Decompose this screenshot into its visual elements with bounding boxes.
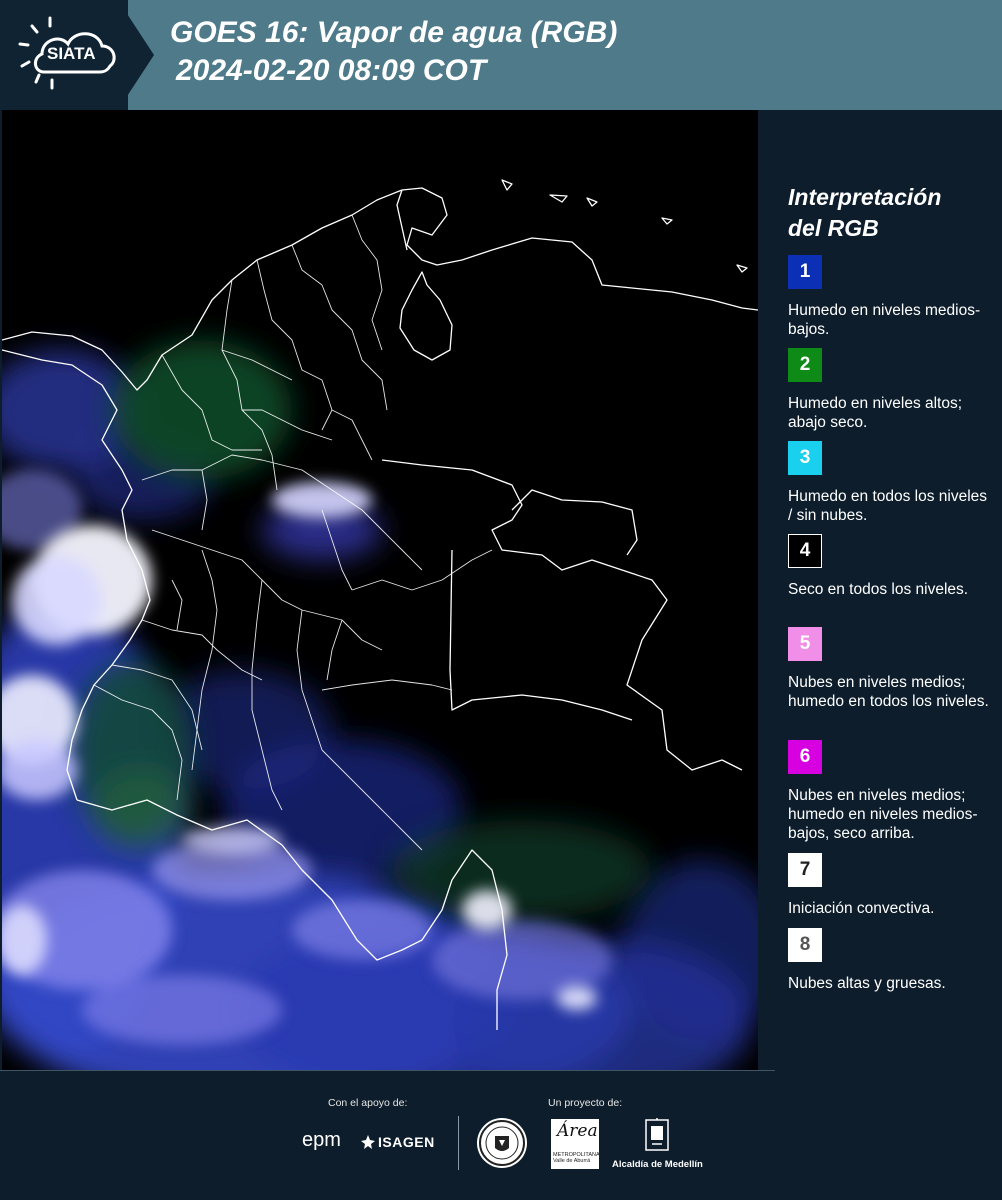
epm-logo[interactable]: epm	[302, 1129, 341, 1152]
legend-label-4: Seco en todos los niveles.	[788, 581, 969, 598]
legend-item-7: 7 Iniciación convectiva.	[788, 853, 993, 918]
satellite-map-svg	[2, 179, 758, 1070]
footer-divider-line	[0, 1070, 775, 1071]
page-title: GOES 16: Vapor de agua (RGB) 2024-02-20 …	[170, 14, 617, 90]
legend-swatch-4: 4	[788, 534, 822, 568]
legend-item-5: 5 Nubes en niveles medios; humedo en todo…	[788, 627, 993, 711]
legend-title-line-2: del RGB	[788, 215, 879, 241]
legend-item-3: 3 Humedo en todos los niveles / sin nubes…	[788, 441, 993, 525]
area-logo-sub: METROPOLITANA Valle de Aburrá	[553, 1152, 600, 1164]
legend-swatch-1: 1	[788, 255, 822, 289]
area-logo-script: Área	[557, 1121, 598, 1141]
legend-item-1: 1 Humedo en niveles medios-bajos.	[788, 255, 993, 339]
legend-swatch-3: 3	[788, 441, 822, 475]
siata-logo-text: SIATA	[47, 44, 96, 63]
legend-item-4: 4 Seco en todos los niveles.	[788, 534, 993, 599]
legend-title: Interpretación del RGB	[788, 182, 941, 244]
legend-item-2: 2 Humedo en niveles altos; abajo seco.	[788, 348, 993, 432]
university-seal-icon[interactable]	[477, 1118, 527, 1168]
footer: Con el apoyo de: Un proyecto de: epm ISA…	[0, 1070, 1002, 1200]
legend-label-5: Nubes en niveles medios; humedo en todos…	[788, 674, 989, 710]
isagen-logo[interactable]: ISAGEN	[378, 1134, 435, 1150]
satellite-map[interactable]	[2, 110, 758, 1070]
legend-swatch-8: 8	[788, 928, 822, 962]
legend-swatch-7: 7	[788, 853, 822, 887]
legend-swatch-6: 6	[788, 740, 822, 774]
title-line-1: GOES 16: Vapor de agua (RGB)	[170, 16, 618, 49]
legend-label-6: Nubes en niveles medios; humedo en nivel…	[788, 787, 978, 842]
medellin-shield-icon	[645, 1118, 669, 1151]
area-sub-line-2: Valle de Aburrá	[553, 1158, 591, 1164]
legend-label-7: Iniciación convectiva.	[788, 900, 935, 917]
medellin-logo[interactable]: Alcaldía de Medellín	[612, 1159, 703, 1170]
legend-label-3: Humedo en todos los niveles / sin nubes.	[788, 488, 988, 524]
legend-label-1: Humedo en niveles medios-bajos.	[788, 302, 981, 338]
support-label: Con el apoyo de:	[328, 1097, 408, 1109]
legend-label-8: Nubes altas y gruesas.	[788, 975, 946, 992]
legend-swatch-5: 5	[788, 627, 822, 661]
legend-swatch-2: 2	[788, 348, 822, 382]
project-label: Un proyecto de:	[548, 1097, 623, 1109]
legend-title-line-1: Interpretación	[788, 184, 942, 210]
footer-vertical-divider	[458, 1116, 459, 1170]
legend-panel: Interpretación del RGB 1 Humedo en nivele…	[760, 110, 1002, 1070]
legend-item-6: 6 Nubes en niveles medios; humedo en nive…	[788, 740, 993, 843]
legend-label-2: Humedo en niveles altos; abajo seco.	[788, 395, 963, 431]
legend-item-8: 8 Nubes altas y gruesas.	[788, 928, 993, 993]
title-line-2: 2024-02-20 08:09 COT	[176, 54, 487, 87]
header-bar: SIATA GOES 16: Vapor de agua (RGB) 2024-…	[0, 0, 1002, 110]
isagen-logo-icon	[361, 1135, 375, 1149]
area-metropolitana-logo[interactable]: Área METROPOLITANA Valle de Aburrá	[551, 1119, 600, 1169]
